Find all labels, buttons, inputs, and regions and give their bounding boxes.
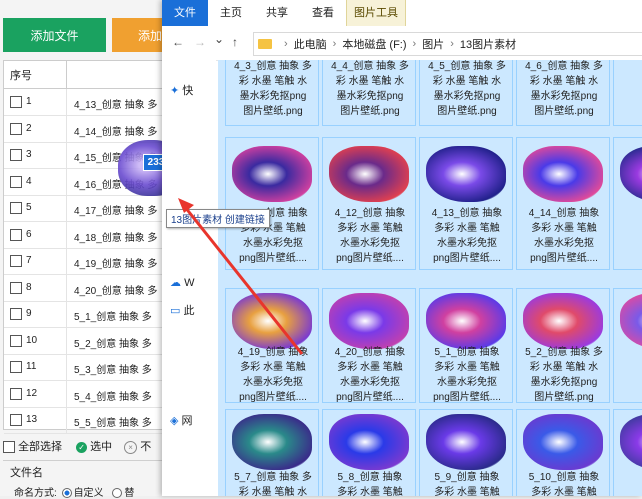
red-arrow-shaft [183, 206, 304, 355]
red-arrow-head [178, 198, 194, 213]
drag-arrow-overlay [178, 198, 304, 355]
